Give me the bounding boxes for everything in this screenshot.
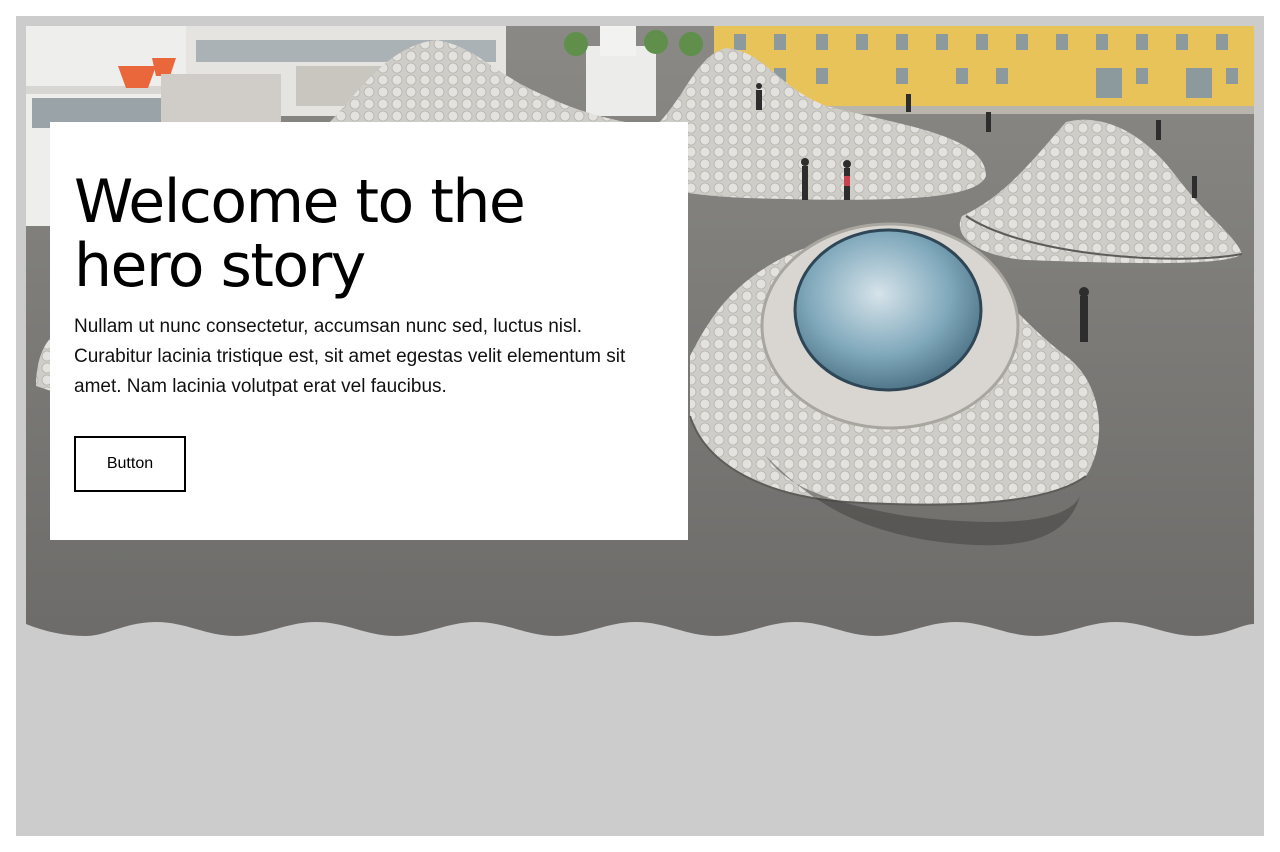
hero-title: Welcome to the hero story [74, 167, 526, 301]
hero-section: Welcome to the hero story Nullam ut nunc… [16, 16, 1264, 836]
hero-card: Welcome to the hero story Nullam ut nunc… [50, 122, 688, 540]
hero-body-text: Nullam ut nunc consectetur, accumsan nun… [74, 316, 626, 397]
hero-button[interactable]: Button [74, 436, 186, 492]
